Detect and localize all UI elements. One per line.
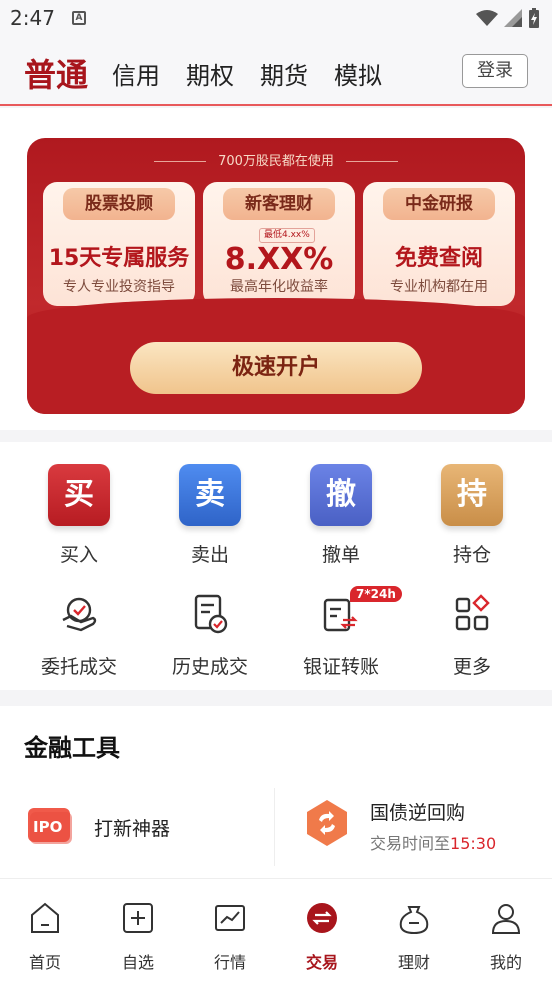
signal-icon — [504, 9, 522, 27]
holdings-label: 持仓 — [452, 544, 491, 566]
nav-market-label: 行情 — [213, 953, 246, 972]
tab-futures[interactable]: 期货 — [260, 56, 308, 91]
trade-icon — [307, 903, 337, 933]
bank-transfer-button[interactable]: 7*24h 银证转账 — [286, 586, 402, 679]
svg-text:IPO: IPO — [33, 818, 62, 836]
promo-card-research[interactable]: 中金研报 免费查阅 专业机构都在用 — [363, 182, 515, 306]
notification-icon: A — [72, 11, 86, 25]
bank-transfer-label: 银证转账 — [302, 656, 379, 678]
market-icon — [215, 905, 245, 931]
status-time: 2:47 — [10, 6, 55, 30]
card-sub: 最高年化收益率 — [230, 279, 328, 295]
quick-actions: 买 买入 卖 卖出 撤 撤单 持 持仓 委托成交 历史成交 7*24h 银证转账… — [0, 442, 552, 690]
cancel-order-button[interactable]: 撤 撤单 — [286, 464, 396, 567]
nav-profile-label: 我的 — [489, 953, 522, 972]
wealth-icon — [399, 906, 429, 935]
sell-label: 卖出 — [190, 544, 229, 566]
card-main: 8.XX% — [224, 242, 334, 277]
tools-divider — [274, 788, 275, 866]
sell-icon: 卖 — [179, 464, 241, 526]
home-icon — [31, 902, 59, 933]
repo-label: 国债逆回购 — [370, 802, 466, 824]
entrust-deal-button[interactable]: 委托成交 — [24, 592, 134, 679]
nav-watchlist[interactable]: 自选 — [103, 901, 173, 973]
battery-icon — [529, 8, 539, 28]
holdings-icon: 持 — [441, 464, 503, 526]
entrust-deal-icon — [62, 597, 97, 632]
bottom-nav: 首页 自选 行情 交易 理财 我的 — [0, 878, 552, 983]
holdings-button[interactable]: 持 持仓 — [417, 464, 527, 567]
card-sub: 专业机构都在用 — [390, 279, 488, 295]
nav-trade-label: 交易 — [305, 953, 338, 972]
repo-trading-time: 交易时间至15:30 — [370, 830, 540, 854]
nav-wealth-label: 理财 — [397, 953, 430, 972]
card-main: 免费查阅 — [394, 246, 483, 271]
nav-home-label: 首页 — [28, 953, 61, 972]
card-sub: 专人专业投资指导 — [63, 279, 175, 295]
entrust-deal-label: 委托成交 — [40, 656, 117, 678]
more-label: 更多 — [452, 656, 491, 678]
more-button[interactable]: 更多 — [417, 592, 527, 679]
repo-time-prefix: 交易时间至 — [370, 834, 451, 853]
ipo-tool[interactable]: IPO 打新神器 — [26, 806, 170, 850]
profile-icon — [491, 904, 521, 934]
ipo-label: 打新神器 — [94, 818, 171, 840]
financial-tools: 金融工具 IPO 打新神器 国债逆回购 交易时间至15:30 — [0, 706, 552, 878]
cancel-order-label: 撤单 — [321, 544, 360, 566]
tab-normal[interactable]: 普通 — [24, 50, 88, 96]
sell-button[interactable]: 卖 卖出 — [155, 464, 265, 567]
card-title: 股票投顾 — [63, 188, 175, 220]
watchlist-icon — [123, 903, 153, 933]
card-title: 新客理财 — [223, 188, 335, 220]
nav-market[interactable]: 行情 — [195, 901, 265, 973]
tools-title: 金融工具 — [24, 734, 120, 762]
promo-section: 700万股民都在使用 股票投顾 15天专属服务 专人专业投资指导 新客理财 最低… — [0, 108, 552, 430]
status-icons — [476, 8, 540, 28]
treasury-repo-tool[interactable]: 国债逆回购 交易时间至15:30 — [304, 798, 496, 853]
nav-wealth[interactable]: 理财 — [379, 901, 449, 973]
history-deal-label: 历史成交 — [171, 656, 248, 678]
card-title: 中金研报 — [383, 188, 495, 220]
nav-profile[interactable]: 我的 — [471, 901, 541, 973]
more-grid-icon — [455, 594, 490, 631]
transfer-hours-badge: 7*24h — [350, 586, 402, 602]
promo-card-advisor[interactable]: 股票投顾 15天专属服务 专人专业投资指导 — [43, 182, 195, 306]
history-deal-button[interactable]: 历史成交 — [155, 592, 265, 679]
cancel-order-icon: 撤 — [310, 464, 372, 526]
ipo-icon: IPO — [28, 808, 72, 844]
tab-simulation[interactable]: 模拟 — [334, 56, 382, 91]
nav-watchlist-label: 自选 — [121, 953, 154, 972]
card-mini-note: 最低4.xx% — [259, 228, 315, 243]
promo-card-wealth[interactable]: 新客理财 最低4.xx% 8.XX% 最高年化收益率 — [203, 182, 355, 306]
login-button[interactable]: 登录 — [462, 54, 528, 88]
banner-tagline: 700万股民都在使用 — [27, 150, 525, 169]
repo-icon — [307, 800, 347, 846]
open-account-button[interactable]: 极速开户 — [130, 342, 422, 394]
tab-options[interactable]: 期权 — [186, 56, 234, 91]
account-type-tabs: 普通 信用 期权 期货 模拟 登录 — [0, 38, 552, 106]
nav-home[interactable]: 首页 — [10, 901, 80, 973]
repo-time-value: 15:30 — [450, 834, 497, 853]
nav-trade[interactable]: 交易 — [287, 901, 357, 973]
promo-banner[interactable]: 700万股民都在使用 股票投顾 15天专属服务 专人专业投资指导 新客理财 最低… — [27, 138, 525, 414]
buy-icon: 买 — [48, 464, 110, 526]
status-bar: 2:47 A — [0, 0, 552, 38]
tab-credit[interactable]: 信用 — [112, 56, 160, 91]
buy-label: 买入 — [59, 544, 98, 566]
card-main: 15天专属服务 — [48, 246, 190, 271]
history-deal-icon — [194, 594, 228, 634]
wifi-icon — [476, 10, 498, 26]
buy-button[interactable]: 买 买入 — [24, 464, 134, 567]
